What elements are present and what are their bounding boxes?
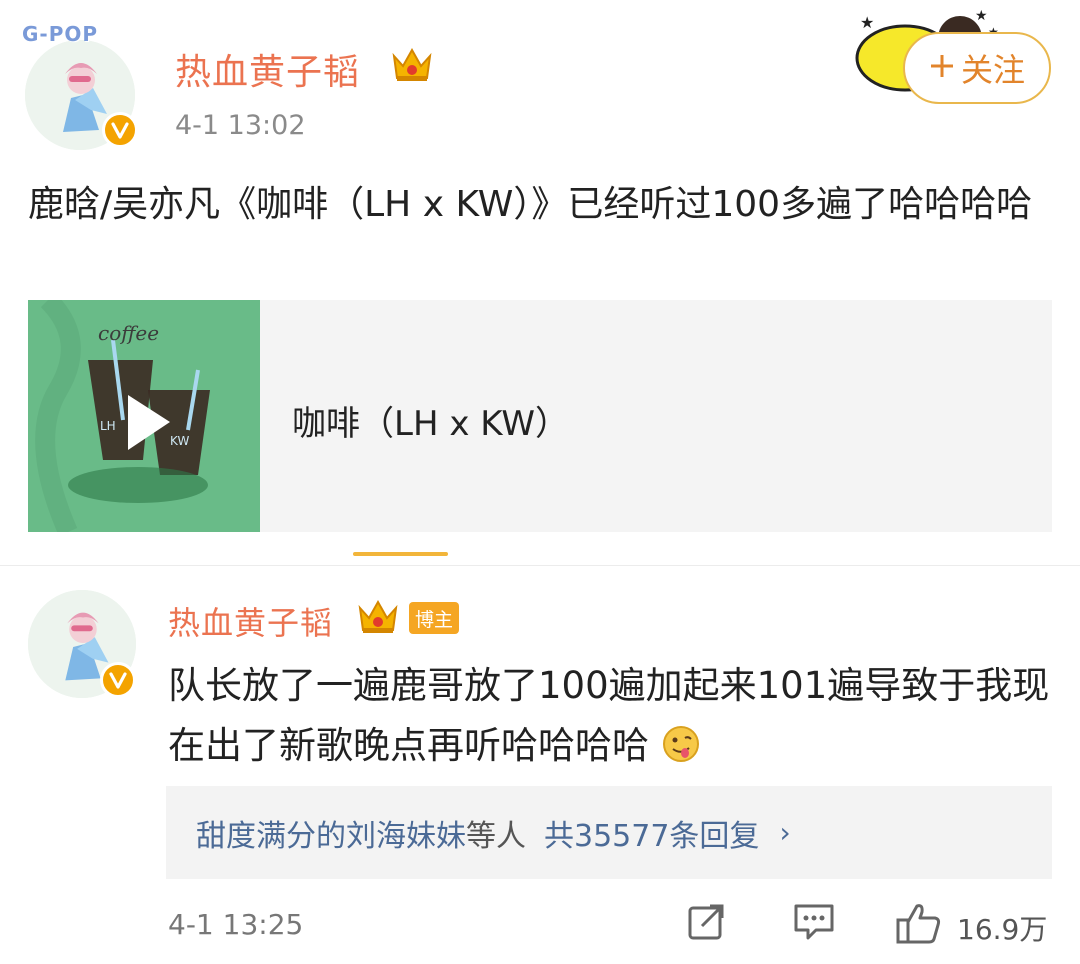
share-icon[interactable]: [686, 900, 728, 946]
reply-names[interactable]: 甜度满分的刘海妹妹: [196, 811, 466, 855]
svg-text:★: ★: [860, 13, 874, 32]
post-username[interactable]: 热血黄子韬: [175, 43, 360, 95]
reply-preview[interactable]: 甜度满分的刘海妹妹 等人 共35577条回复 ›: [166, 786, 1052, 879]
post-text: 鹿晗/吴亦凡《咖啡（LH x KW）》已经听过100多遍了哈哈哈哈: [28, 184, 1033, 225]
cover-text: coffee: [98, 321, 159, 345]
crown-icon: [390, 44, 434, 88]
comment-icon[interactable]: [792, 900, 836, 946]
cover-label-kw: KW: [170, 434, 189, 448]
album-cover-art: coffee LH KW: [28, 300, 260, 532]
post-timestamp: 4-1 13:02: [175, 110, 306, 141]
reply-count[interactable]: 共35577条回复: [544, 811, 759, 855]
music-card[interactable]: coffee LH KW 咖啡（LH x KW）: [28, 300, 1052, 532]
comment-username[interactable]: 热血黄子韬: [168, 598, 333, 644]
verified-v-icon: [111, 122, 129, 139]
like-count: 16.9万: [957, 913, 1048, 946]
thumbs-up-icon[interactable]: [895, 900, 943, 950]
avatar-badge-text: G-POP: [22, 22, 99, 46]
chevron-right-icon: ›: [779, 816, 791, 849]
comment-body: 队长放了一遍鹿哥放了100遍加起来101遍导致于我现在出了新歌晚点再听哈哈哈哈: [168, 664, 1050, 767]
svg-text:★: ★: [975, 8, 988, 24]
crown-icon: [356, 596, 400, 640]
tab-indicator: [353, 552, 448, 556]
follow-button[interactable]: 关注: [903, 32, 1051, 104]
follow-label: 关注: [960, 51, 1025, 89]
song-title[interactable]: 咖啡（LH x KW）: [292, 396, 569, 445]
section-divider: [0, 565, 1080, 566]
plus-icon: [929, 49, 955, 87]
comment-timestamp: 4-1 13:25: [168, 908, 304, 941]
blogger-badge: 博主: [409, 602, 459, 634]
reply-mid: 等人: [466, 818, 526, 854]
verified-v-icon: [109, 672, 127, 689]
verified-badge: [100, 662, 136, 698]
cover-label-lh: LH: [100, 419, 116, 433]
album-cover[interactable]: coffee LH KW: [28, 300, 260, 532]
comment-text: 队长放了一遍鹿哥放了100遍加起来101遍导致于我现在出了新歌晚点再听哈哈哈哈: [168, 656, 1058, 776]
verified-badge: [102, 112, 138, 148]
tongue-emoji-icon: [662, 726, 699, 762]
